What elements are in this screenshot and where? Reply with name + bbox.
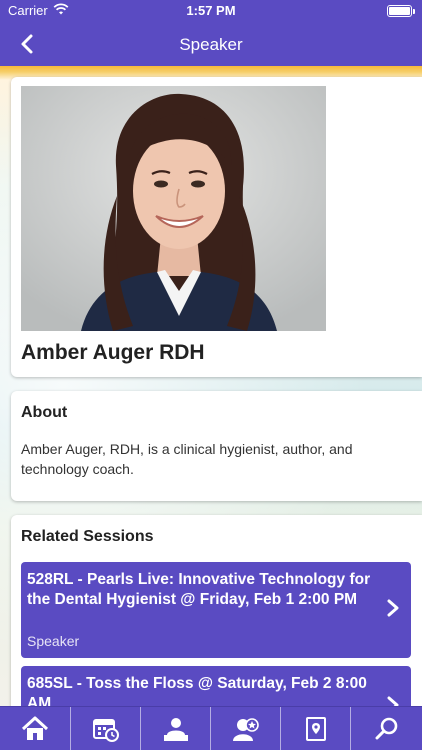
session-title: 528RL - Pearls Live: Innovative Technolo…: [27, 571, 371, 608]
status-time: 1:57 PM: [186, 3, 236, 18]
speaker-icon: [163, 718, 188, 741]
featured-speaker-icon: [232, 718, 259, 741]
tab-home[interactable]: [0, 707, 70, 750]
related-sessions-heading: Related Sessions: [21, 528, 154, 545]
tab-search[interactable]: [350, 707, 422, 750]
home-icon: [21, 716, 49, 740]
status-bar: Carrier 1:57 PM: [0, 0, 422, 22]
about-card: About Amber Auger, RDH, is a clinical hy…: [11, 391, 422, 501]
session-role: Speaker: [27, 633, 80, 649]
chevron-right-icon: [387, 696, 399, 706]
speaker-portrait-image: [21, 86, 326, 331]
session-list-item[interactable]: 685SL - Toss the Floss @ Saturday, Feb 2…: [21, 666, 411, 706]
tab-featured[interactable]: [210, 707, 280, 750]
tab-bar: [0, 706, 422, 750]
chevron-right-icon: [387, 599, 399, 617]
tab-schedule[interactable]: [70, 707, 140, 750]
search-icon: [375, 717, 397, 740]
speaker-photo: [21, 86, 326, 331]
schedule-icon: [92, 719, 119, 742]
about-bio: Amber Auger, RDH, is a clinical hygienis…: [21, 441, 353, 477]
speaker-card: Amber Auger RDH: [11, 77, 422, 377]
nav-bar: Speaker: [0, 22, 422, 66]
tab-map[interactable]: [280, 707, 350, 750]
session-list-item[interactable]: 528RL - Pearls Live: Innovative Technolo…: [21, 562, 411, 658]
speaker-name: Amber Auger RDH: [21, 341, 205, 364]
battery-icon: [387, 5, 415, 17]
about-heading: About: [21, 404, 68, 421]
page-title: Speaker: [179, 35, 243, 54]
map-icon: [305, 717, 326, 741]
tab-speakers[interactable]: [140, 707, 210, 750]
related-sessions-card: Related Sessions 528RL - Pearls Live: In…: [11, 515, 422, 706]
session-title: 685SL - Toss the Floss @ Saturday, Feb 2…: [27, 675, 367, 706]
content-area[interactable]: Amber Auger RDH About Amber Auger, RDH, …: [0, 66, 422, 706]
